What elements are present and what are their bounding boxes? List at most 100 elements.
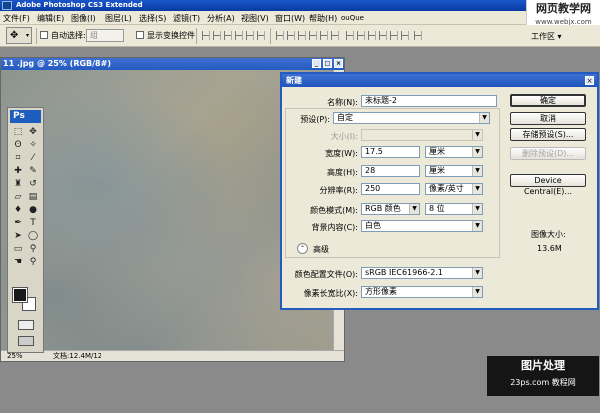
- auto-select-dropdown[interactable]: 组: [86, 29, 124, 42]
- quick-mask-button[interactable]: [18, 320, 34, 330]
- width-unit: 厘米: [429, 147, 445, 156]
- distribute-buttons[interactable]: [276, 31, 342, 41]
- preset-select[interactable]: 自定 ▼: [333, 112, 490, 124]
- auto-align-button[interactable]: [414, 31, 425, 41]
- resolution-unit: 像素/英寸: [429, 184, 464, 193]
- show-transform-label: 显示变换控件: [147, 31, 195, 40]
- preset-row: 预设(P):: [0, 112, 330, 125]
- menu-image[interactable]: 图像(I): [71, 13, 96, 24]
- workspace-button[interactable]: 工作区 ▾: [531, 31, 562, 42]
- height-row: 高度(H):: [0, 165, 358, 178]
- size-row: 大小(I):: [0, 129, 358, 142]
- preset-label: 预设(P):: [300, 115, 330, 124]
- app-titlebar: Adobe Photoshop CS3 Extended: [0, 0, 600, 11]
- chevron-down-icon: ▼: [472, 221, 482, 231]
- eyedropper-icon[interactable]: ⚲: [26, 243, 40, 255]
- size-label: 大小(I):: [330, 132, 358, 141]
- align-buttons[interactable]: [202, 31, 268, 41]
- pixel-aspect-value: 方形像素: [365, 287, 397, 296]
- resolution-unit-select[interactable]: 像素/英寸 ▼: [425, 183, 483, 195]
- size-select: ▼: [361, 129, 483, 141]
- background-value: 白色: [365, 221, 381, 230]
- width-input[interactable]: 17.5: [361, 146, 420, 158]
- screen-mode-button[interactable]: [18, 336, 34, 346]
- width-row: 宽度(W):: [0, 146, 358, 159]
- menu-window[interactable]: 窗口(W): [275, 13, 305, 24]
- advanced-label: 高级: [313, 245, 329, 254]
- color-mode-label: 颜色模式(M):: [310, 206, 358, 215]
- chevron-down-icon: ▾: [26, 32, 30, 39]
- bit-depth-select[interactable]: 8 位 ▼: [425, 203, 483, 215]
- watermark-bottom-line1: 图片处理: [521, 359, 565, 372]
- ok-button[interactable]: 确定: [510, 94, 586, 107]
- document-titlebar: 11 .jpg @ 25% (RGB/8#) _ □ ×: [1, 58, 344, 70]
- chevron-down-icon: ▼: [409, 204, 419, 214]
- menu-filter[interactable]: 滤镜(T): [173, 13, 200, 24]
- auto-select-checkbox[interactable]: [40, 31, 48, 39]
- pixel-aspect-row: 像素长宽比(X):: [0, 286, 358, 299]
- chevron-down-icon: ▼: [479, 113, 489, 123]
- minimize-icon[interactable]: _: [312, 59, 321, 68]
- menu-analysis[interactable]: 分析(A): [207, 13, 235, 24]
- menu-help[interactable]: 帮助(H): [309, 13, 337, 24]
- bit-depth-value: 8 位: [429, 204, 445, 213]
- chevron-down-icon: ▼: [472, 268, 482, 278]
- document-title: 11 .jpg @ 25% (RGB/8#): [3, 59, 111, 68]
- height-input[interactable]: 28: [361, 165, 420, 177]
- menu-select[interactable]: 选择(S): [139, 13, 166, 24]
- watermark-bottom-line2: 23ps.com 教程网: [510, 378, 576, 387]
- delete-preset-button: 删除预设(D)...: [510, 147, 586, 160]
- chevron-down-icon: ▼: [472, 166, 482, 176]
- close-icon[interactable]: ×: [334, 59, 343, 68]
- height-label: 高度(H):: [327, 168, 358, 177]
- dialog-title: 新建: [282, 74, 597, 87]
- divider: [196, 28, 197, 44]
- menu-view[interactable]: 视图(V): [241, 13, 269, 24]
- resolution-row: 分辨率(R):: [0, 183, 359, 196]
- menu-bar: 文件(F) 编辑(E) 图像(I) 图层(L) 选择(S) 滤镜(T) 分析(A…: [0, 11, 600, 25]
- image-size-label: 图像大小:: [531, 230, 566, 239]
- advanced-toggle-icon[interactable]: ⌃: [297, 243, 308, 254]
- cancel-button[interactable]: 取消: [510, 112, 586, 125]
- divider: [36, 28, 37, 44]
- pixel-aspect-select[interactable]: 方形像素 ▼: [361, 286, 483, 298]
- color-mode-select[interactable]: RGB 颜色 ▼: [361, 203, 420, 215]
- notes-tool-icon[interactable]: ▭: [11, 243, 25, 255]
- height-unit: 厘米: [429, 166, 445, 175]
- maximize-icon[interactable]: □: [323, 59, 332, 68]
- distribute-buttons-2[interactable]: [346, 31, 412, 41]
- app-title: Adobe Photoshop CS3 Extended: [16, 1, 143, 9]
- horizontal-scrollbar[interactable]: [101, 350, 344, 361]
- name-input[interactable]: 未标题-2: [361, 95, 497, 107]
- menu-file[interactable]: 文件(F): [3, 13, 30, 24]
- menu-layer[interactable]: 图层(L): [105, 13, 132, 24]
- device-central-button[interactable]: Device Central(E)...: [510, 174, 586, 196]
- watermark-bottom: 图片处理 23ps.com 教程网: [487, 356, 599, 396]
- resolution-input[interactable]: 250: [361, 183, 420, 195]
- show-transform-checkbox[interactable]: [136, 31, 144, 39]
- width-unit-select[interactable]: 厘米 ▼: [425, 146, 483, 158]
- chevron-down-icon: ▼: [472, 130, 482, 140]
- color-profile-select[interactable]: sRGB IEC61966-2.1 ▼: [361, 267, 483, 279]
- auto-select-label: 自动选择:: [51, 31, 86, 40]
- color-profile-value: sRGB IEC61966-2.1: [365, 268, 444, 277]
- close-icon[interactable]: ×: [585, 76, 594, 85]
- save-preset-button[interactable]: 存储预设(S)...: [510, 128, 586, 141]
- menu-edit[interactable]: 编辑(E): [37, 13, 64, 24]
- move-tool-preset[interactable]: ✥ ▾: [6, 27, 32, 44]
- options-bar: ✥ ▾ 自动选择: 组 显示变换控件 工作区 ▾: [0, 25, 600, 47]
- background-row: 背景内容(C):: [0, 220, 358, 233]
- chevron-down-icon: ▼: [472, 204, 482, 214]
- resolution-label: 分辨率(R):: [319, 186, 359, 195]
- background-label: 背景内容(C):: [311, 223, 358, 232]
- height-unit-select[interactable]: 厘米 ▼: [425, 165, 483, 177]
- chevron-down-icon: ▼: [472, 147, 482, 157]
- photoshop-logo-icon: [2, 1, 12, 10]
- menu-extra: ouQue: [341, 14, 364, 22]
- background-select[interactable]: 白色 ▼: [361, 220, 483, 232]
- move-tool-icon: ✥: [10, 30, 19, 41]
- preset-value: 自定: [337, 113, 353, 122]
- pixel-aspect-label: 像素长宽比(X):: [303, 289, 358, 298]
- color-mode-value: RGB 颜色: [365, 204, 401, 213]
- color-profile-label: 颜色配置文件(O):: [294, 270, 358, 279]
